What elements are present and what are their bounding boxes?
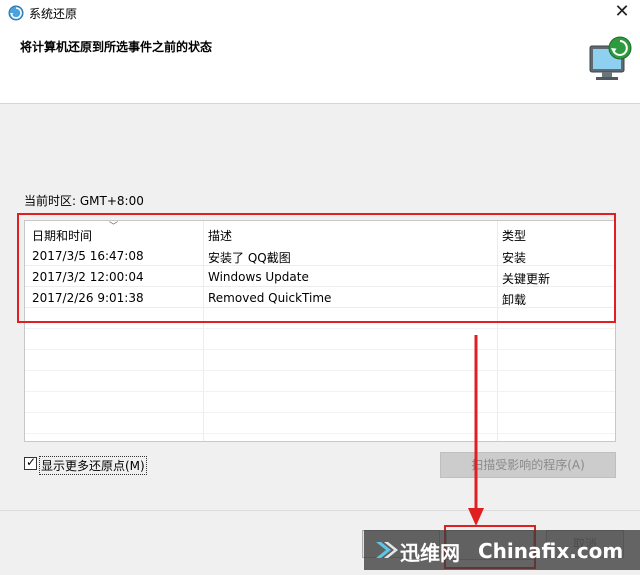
close-button[interactable]: ✕ <box>604 0 640 26</box>
table-row[interactable]: 2017/3/2 12:00:04 Windows Update 关键更新 <box>25 266 615 287</box>
row-type: 安装 <box>502 251 527 265</box>
watermark-en-text: Chinafix.com <box>478 539 624 563</box>
row-type: 卸载 <box>502 293 527 307</box>
system-restore-app-icon <box>8 5 24 21</box>
row-datetime: 2017/2/26 9:01:38 <box>32 291 144 305</box>
window-title: 系统还原 <box>29 7 78 21</box>
dialog-header: 将计算机还原到所选事件之前的状态 <box>0 26 640 104</box>
checkmark-icon: ✓ <box>26 455 37 469</box>
close-icon[interactable]: ✕ <box>614 1 629 22</box>
empty-row <box>25 308 615 329</box>
empty-row <box>25 371 615 392</box>
table-header: 日期和时间 ﹀ 描述 类型 <box>25 221 615 245</box>
system-restore-monitor-icon <box>589 36 632 80</box>
show-more-label[interactable]: 显示更多还原点(M) <box>39 456 147 475</box>
row-description: Windows Update <box>208 270 309 284</box>
watermark-cn-text: 迅维网 <box>400 541 460 565</box>
scan-affected-programs-button[interactable]: 扫描受影响的程序(A) <box>440 452 616 478</box>
row-description: Removed QuickTime <box>208 291 332 305</box>
title-bar: 系统还原 ✕ <box>0 0 640 26</box>
column-header-datetime[interactable]: 日期和时间 <box>32 227 92 244</box>
sort-descending-icon: ﹀ <box>109 222 119 232</box>
column-header-description[interactable]: 描述 <box>208 227 232 244</box>
table-row[interactable]: 2017/2/26 9:01:38 Removed QuickTime 卸载 <box>25 287 615 308</box>
timezone-label: 当前时区: GMT+8:00 <box>24 194 144 208</box>
empty-row <box>25 392 615 413</box>
restore-points-table[interactable]: 日期和时间 ﹀ 描述 类型 2017/3/5 16:47:08 安装了 QQ截图… <box>24 220 616 442</box>
watermark: 迅维网 Chinafix.com <box>364 530 640 570</box>
row-datetime: 2017/3/2 12:00:04 <box>32 270 144 284</box>
row-datetime: 2017/3/5 16:47:08 <box>32 249 144 263</box>
empty-row <box>25 413 615 434</box>
column-header-type[interactable]: 类型 <box>502 227 526 244</box>
table-row[interactable]: 2017/3/5 16:47:08 安装了 QQ截图 安装 <box>25 245 615 266</box>
instruction-text: 将计算机还原到所选事件之前的状态 <box>20 40 213 54</box>
row-type: 关键更新 <box>502 272 551 286</box>
empty-row <box>25 329 615 350</box>
checkbox-box[interactable]: ✓ <box>24 455 37 470</box>
empty-row <box>25 350 615 371</box>
watermark-logo-icon <box>376 542 398 558</box>
row-description: 安装了 QQ截图 <box>208 251 291 265</box>
